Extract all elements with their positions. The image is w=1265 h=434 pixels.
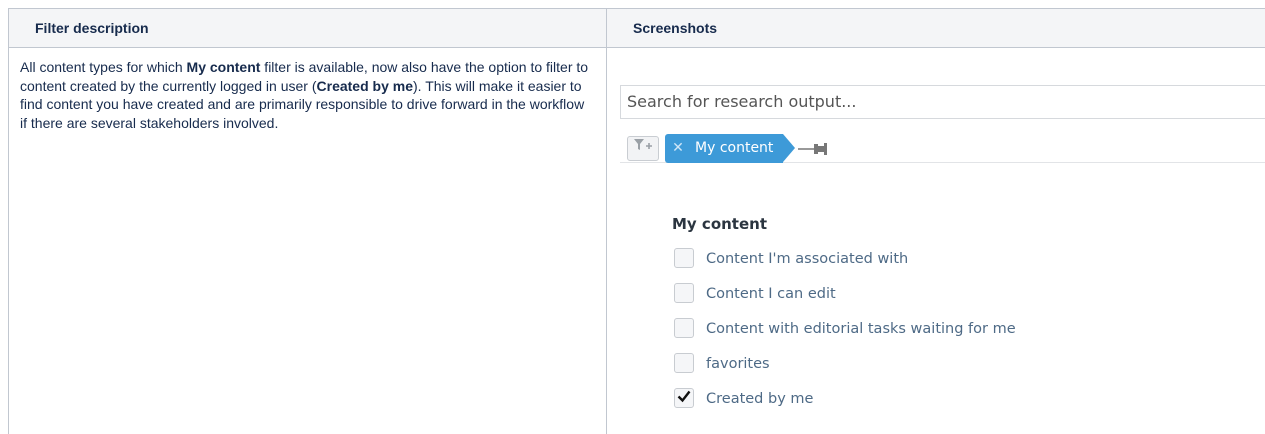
filter-description-text: All content types for which My content f… — [20, 59, 589, 131]
checkbox-favorites[interactable] — [674, 353, 694, 373]
chip-label: My content — [695, 140, 774, 156]
table-header-row: Filter description Screenshots — [8, 8, 1265, 48]
search-input[interactable]: Search for research output... — [620, 85, 1265, 119]
checkbox-associated[interactable] — [674, 248, 694, 268]
active-filter-bar: ✕ My content — [620, 128, 1265, 163]
close-icon[interactable]: ✕ — [665, 134, 691, 163]
my-content-group-title: My content — [672, 215, 767, 233]
filter-plus-icon — [633, 139, 653, 156]
my-content-filter-chip[interactable]: ✕ My content — [665, 134, 796, 163]
column-divider — [606, 8, 607, 434]
header-filter-description: Filter description — [35, 20, 149, 36]
checkbox-created-by-me[interactable] — [674, 388, 694, 408]
table-left-border — [8, 8, 9, 434]
checkbox-editorial-tasks[interactable] — [674, 318, 694, 338]
release-notes-table: Filter description Screenshots All conte… — [8, 8, 1265, 434]
bold-my-content: My content — [186, 59, 261, 75]
checkbox-can-edit[interactable] — [674, 283, 694, 303]
checkmark-icon — [677, 389, 691, 407]
add-filter-button[interactable] — [627, 136, 659, 161]
bold-created-by-me: Created by me — [316, 77, 413, 94]
pin-icon[interactable] — [798, 141, 828, 157]
screenshot-panel: Search for research output... ✕ My conten… — [616, 70, 1265, 434]
header-screenshots: Screenshots — [633, 20, 718, 36]
